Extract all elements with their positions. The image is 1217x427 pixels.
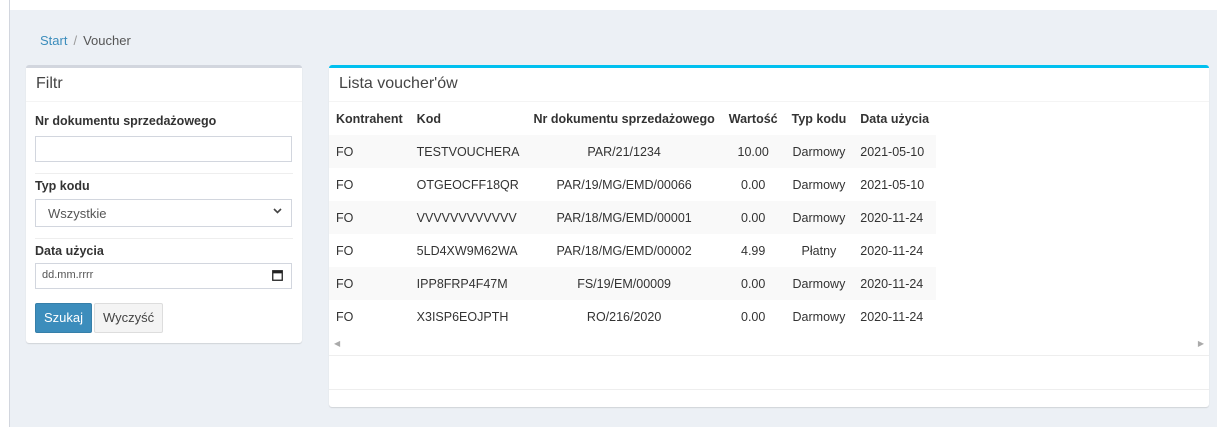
cell-kod: IPP8FRP4F47M (409, 267, 527, 300)
doc-number-group: Nr dokumentu sprzedażowego (26, 114, 302, 162)
column-header-value[interactable]: Wartość (722, 102, 785, 135)
voucher-table: Kontrahent Kod Nr dokumentu sprzedażoweg… (329, 102, 937, 333)
cell-usage-date: 2021-05-10 (853, 135, 937, 168)
cell-kontrahent: FO (329, 201, 410, 234)
breadcrumb: Start / Voucher (40, 33, 131, 48)
cell-kontrahent: FO (336, 177, 354, 192)
breadcrumb-current: Voucher (83, 33, 131, 48)
cell-doc-number: PAR/18/MG/EMD/00001 (526, 201, 722, 234)
cell-code-type: Darmowy (792, 177, 846, 192)
table-header-row: Kontrahent Kod Nr dokumentu sprzedażoweg… (329, 102, 936, 135)
breadcrumb-home-link[interactable]: Start (40, 33, 67, 48)
cell-value: 0.00 (741, 309, 766, 324)
table-row[interactable]: FO X3ISP6EOJPTH RO/216/2020 0.00 Darmowy… (329, 300, 936, 333)
column-header-usage-date[interactable]: Data użycia (853, 102, 936, 135)
code-type-selected: Wszystkie (48, 206, 107, 221)
cell-doc-number: FS/19/EM/00009 (526, 267, 722, 300)
cell-kod: OTGEOCFF18QR (416, 177, 519, 192)
cell-value: 10.00 (721, 135, 785, 168)
cell-usage-date: 2020-11-24 (860, 309, 924, 324)
breadcrumb-separator: / (73, 33, 78, 48)
filter-buttons: Szukaj Wyczyść (26, 303, 302, 333)
table-row[interactable]: FO VVVVVVVVVVVV PAR/18/MG/EMD/00001 0.00… (329, 201, 937, 234)
chevron-down-icon (272, 205, 283, 219)
cell-kontrahent: FO (336, 243, 354, 258)
divider (329, 355, 1209, 356)
table-row[interactable]: FO OTGEOCFF18QR PAR/19/MG/EMD/00066 0.00… (329, 168, 936, 201)
usage-date-group: Data użycia dd.mm.rrrr (26, 244, 302, 289)
usage-date-input[interactable]: dd.mm.rrrr (35, 263, 292, 289)
column-header-kontrahent[interactable]: Kontrahent (329, 102, 410, 135)
column-header-doc-number[interactable]: Nr dokumentu sprzedażowego (526, 102, 721, 135)
code-type-label: Typ kodu (35, 179, 90, 193)
cell-value: 0.00 (721, 267, 785, 300)
cell-doc-number: PAR/19/MG/EMD/00066 (556, 177, 692, 192)
window-left-edge (0, 0, 10, 427)
column-header-code-type[interactable]: Typ kodu (785, 102, 854, 135)
code-type-select[interactable]: Wszystkie (35, 199, 292, 227)
horizontal-scrollbar[interactable]: ◀ ▶ (329, 337, 1209, 355)
code-type-group: Typ kodu Wszystkie (26, 179, 302, 227)
cell-doc-number: RO/216/2020 (586, 309, 662, 324)
cell-kod: TESTVOUCHERA (409, 135, 527, 168)
cell-code-type: Płatny (801, 243, 837, 258)
search-button[interactable]: Szukaj (35, 303, 93, 333)
calendar-icon[interactable] (272, 269, 283, 281)
cell-value: 4.99 (741, 243, 766, 258)
cell-value: 0.00 (741, 177, 766, 192)
table-row[interactable]: FO TESTVOUCHERA PAR/21/1234 10.00 Darmow… (329, 135, 937, 168)
cell-kod: X3ISP6EOJPTH (416, 309, 509, 324)
window-top-edge (0, 0, 1217, 10)
table-row[interactable]: FO IPP8FRP4F47M FS/19/EM/00009 0.00 Darm… (329, 267, 937, 300)
cell-kontrahent: FO (329, 267, 410, 300)
cell-doc-number: PAR/18/MG/EMD/00002 (556, 243, 692, 258)
cell-usage-date: 2021-05-10 (860, 177, 925, 192)
cell-value: 0.00 (721, 201, 785, 234)
cell-code-type: Darmowy (784, 201, 854, 234)
clear-button[interactable]: Wyczyść (94, 303, 164, 333)
voucher-list-title: Lista voucher'ów (329, 68, 1209, 102)
voucher-list-panel: Lista voucher'ów Kontrahent Kod Nr dokum… (329, 65, 1209, 407)
divider (329, 389, 1209, 390)
filter-panel: Filtr Nr dokumentu sprzedażowego Typ kod… (26, 65, 302, 343)
filter-title: Filtr (26, 68, 302, 102)
cell-doc-number: PAR/21/1234 (526, 135, 722, 168)
cell-kontrahent: FO (329, 135, 410, 168)
doc-number-input[interactable] (35, 136, 292, 162)
cell-usage-date: 2020-11-24 (853, 267, 937, 300)
table-row[interactable]: FO 5LD4XW9M62WA PAR/18/MG/EMD/00002 4.99… (329, 234, 936, 267)
scroll-left-icon[interactable]: ◀ (334, 339, 340, 348)
scroll-right-icon[interactable]: ▶ (1198, 339, 1204, 348)
divider (35, 173, 293, 174)
cell-usage-date: 2020-11-24 (860, 243, 924, 258)
cell-kod: VVVVVVVVVVVV (409, 201, 527, 234)
usage-date-placeholder: dd.mm.rrrr (42, 269, 94, 281)
doc-number-label: Nr dokumentu sprzedażowego (35, 114, 217, 128)
divider (35, 238, 293, 239)
column-header-kod[interactable]: Kod (410, 102, 527, 135)
cell-usage-date: 2020-11-24 (853, 201, 937, 234)
cell-kod: 5LD4XW9M62WA (416, 243, 518, 258)
cell-code-type: Darmowy (784, 135, 854, 168)
cell-code-type: Darmowy (784, 267, 854, 300)
usage-date-label: Data użycia (35, 244, 104, 258)
cell-kontrahent: FO (336, 309, 354, 324)
cell-code-type: Darmowy (792, 309, 846, 324)
